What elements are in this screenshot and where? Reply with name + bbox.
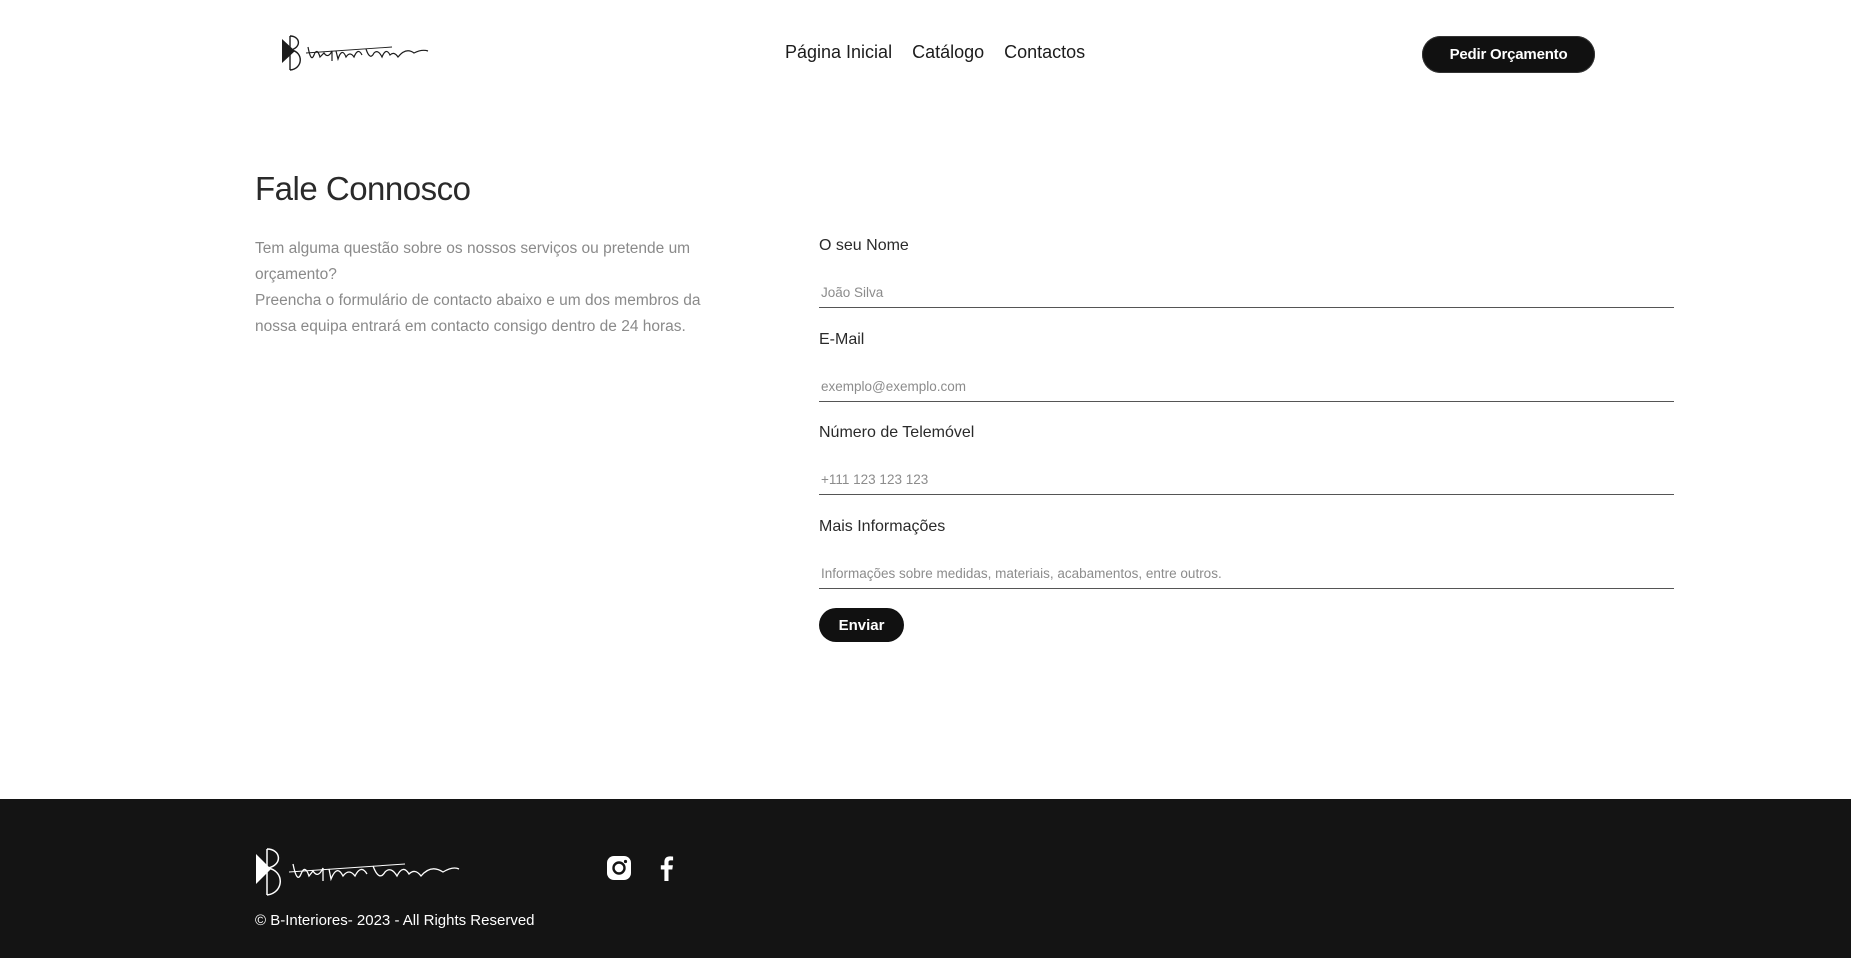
phone-input[interactable] [819,465,1674,495]
facebook-icon[interactable] [654,855,680,881]
contact-form: O seu Nome E-Mail Número de Telemóvel Ma… [819,236,1674,610]
main-nav: Página Inicial Catálogo Contactos [785,42,1085,63]
name-label: O seu Nome [819,237,909,254]
site-header: Página Inicial Catálogo Contactos Pedir … [0,0,1851,110]
site-footer: © B-Interiores- 2023 - All Rights Reserv… [0,799,1851,958]
name-field-group: O seu Nome [819,236,1674,330]
info-label: Mais Informações [819,517,946,535]
email-input[interactable] [819,371,1674,402]
page-title: Fale Connosco [255,170,471,207]
email-label: E-Mail [819,330,865,348]
info-field-group: Mais Informações [819,517,1674,611]
copyright-text: © B-Interiores- 2023 - All Rights Reserv… [255,912,535,929]
phone-label: Número de Telemóvel [819,424,975,441]
footer-logo-mark-icon [256,848,460,896]
phone-field-group: Número de Telemóvel [819,423,1674,517]
intro-line-2: Preencha o formulário de contacto abaixo… [255,292,701,335]
email-field-group: E-Mail [819,330,1674,424]
name-input[interactable] [819,278,1674,308]
nav-item-contactos[interactable]: Contactos [1004,42,1085,63]
intro-text: Tem alguma questão sobre os nossos servi… [255,236,725,340]
nav-item-pagina-inicial[interactable]: Página Inicial [785,42,892,63]
social-links [606,855,680,881]
nav-item-catalogo[interactable]: Catálogo [912,42,984,63]
request-quote-button[interactable]: Pedir Orçamento [1422,36,1595,73]
submit-button[interactable]: Enviar [819,608,904,642]
instagram-icon[interactable] [606,855,632,881]
intro-line-1: Tem alguma questão sobre os nossos servi… [255,240,691,283]
logo[interactable] [280,33,430,75]
info-input[interactable] [819,558,1674,589]
footer-logo[interactable] [255,846,460,898]
logo-mark-icon [282,35,429,71]
